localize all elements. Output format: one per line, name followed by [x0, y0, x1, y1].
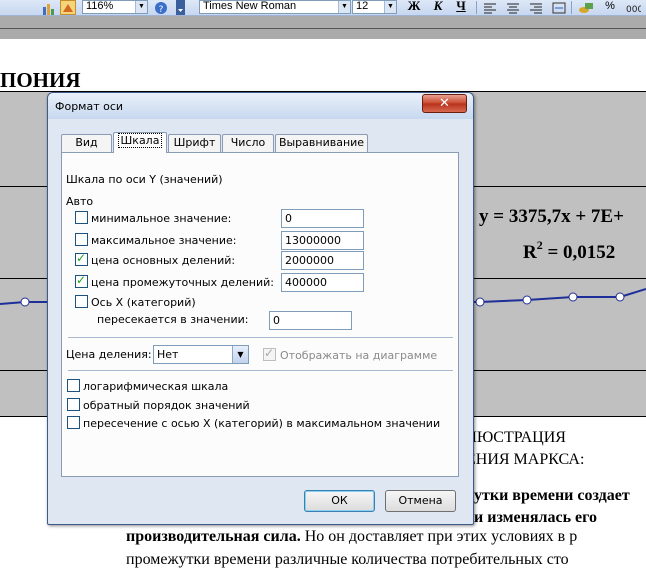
- reverse-order-checkbox[interactable]: [67, 398, 80, 411]
- min-value-input[interactable]: 0: [281, 209, 364, 228]
- tab-alignment[interactable]: Выравнивание: [275, 134, 368, 152]
- minor-unit-auto-checkbox[interactable]: [75, 273, 88, 288]
- divider: [68, 337, 453, 338]
- dialog-title: Формат оси: [55, 100, 124, 113]
- cross-at-max-checkbox[interactable]: [67, 416, 80, 429]
- close-button[interactable]: ✕: [422, 94, 467, 113]
- min-auto-checkbox[interactable]: [75, 211, 88, 224]
- doc-line: ЕНИЯ МАРКСА:: [466, 451, 585, 468]
- log-scale-label: логарифмическая шкала: [83, 380, 229, 393]
- close-icon: ✕: [439, 96, 450, 111]
- tab-label: Вид: [75, 136, 98, 149]
- data-point: [522, 295, 532, 305]
- max-label: максимальное значение:: [91, 234, 237, 247]
- auto-heading: Авто: [66, 195, 94, 208]
- cross-at-max-label: пересечение с осью X (категорий) в макси…: [83, 417, 441, 430]
- dialog-titlebar[interactable]: Формат оси ✕: [48, 93, 473, 119]
- cancel-button[interactable]: Отмена: [385, 490, 456, 512]
- minor-unit-input[interactable]: 400000: [281, 273, 364, 292]
- r2-base: R: [523, 242, 537, 263]
- r2-value: = 0,0152: [542, 242, 616, 263]
- tab-label: Число: [230, 136, 266, 149]
- major-unit-input[interactable]: 2000000: [281, 251, 364, 270]
- data-point: [615, 292, 625, 302]
- data-point: [20, 297, 30, 307]
- max-value-input[interactable]: 13000000: [281, 231, 364, 250]
- divider: [68, 370, 453, 371]
- doc-line: утки времени создает: [474, 487, 630, 504]
- format-axis-dialog: Формат оси ✕ Вид Шкала Шрифт Число Вырав…: [47, 92, 474, 525]
- crosses-label: Ось X (категорий): [91, 296, 196, 309]
- doc-line: ЛЮСТРАЦИЯ: [466, 429, 566, 446]
- trendline-r-squared: R2 = 0,0152: [523, 238, 615, 264]
- display-units-label: Цена деления:: [66, 348, 152, 361]
- tab-label: Выравнивание: [278, 136, 365, 149]
- tab-number[interactable]: Число: [222, 134, 274, 152]
- doc-line: промежутки времени различные количества …: [126, 551, 569, 568]
- chevron-down-icon: ▼: [232, 346, 248, 363]
- tab-scale[interactable]: Шкала: [113, 132, 167, 153]
- tab-label: Шкала: [117, 133, 163, 148]
- trendline-equation: y = 3375,7x + 7E+: [479, 206, 624, 227]
- reverse-order-label: обратный порядок значений: [83, 399, 250, 412]
- log-scale-checkbox[interactable]: [67, 379, 80, 392]
- major-unit-label: цена основных делений:: [91, 254, 236, 267]
- min-label: минимальное значение:: [91, 212, 232, 225]
- doc-line: производительная сила. Но он доставляет …: [126, 528, 577, 546]
- crosses-at-input[interactable]: 0: [269, 311, 352, 330]
- doc-bold-run: производительная сила.: [126, 528, 301, 545]
- axis-heading: Шкала по оси Y (значений): [66, 173, 223, 186]
- show-units-checkbox[interactable]: [263, 346, 276, 361]
- show-units-label: Отображать на диаграмме: [280, 349, 438, 362]
- ok-button[interactable]: ОК: [304, 490, 375, 512]
- doc-line: и изменялась его: [474, 509, 598, 526]
- crosses-auto-checkbox[interactable]: [75, 295, 88, 308]
- data-point: [475, 297, 485, 307]
- display-units-select[interactable]: Нет ▼: [153, 345, 249, 364]
- minor-unit-label: цена промежуточных делений:: [91, 276, 274, 289]
- data-point: [568, 292, 578, 302]
- display-units-value: Нет: [157, 348, 179, 361]
- major-unit-auto-checkbox[interactable]: [75, 251, 88, 266]
- tab-label: Шрифт: [173, 136, 216, 149]
- tab-view[interactable]: Вид: [61, 134, 112, 152]
- tab-font[interactable]: Шрифт: [168, 134, 221, 152]
- scale-tab-panel: Шкала по оси Y (значений) Авто минимальн…: [61, 152, 459, 477]
- doc-run: Но он доставляет при этих условиях в р: [300, 528, 578, 545]
- crosses-sub-label: пересекается в значении:: [97, 313, 249, 326]
- max-auto-checkbox[interactable]: [75, 233, 88, 246]
